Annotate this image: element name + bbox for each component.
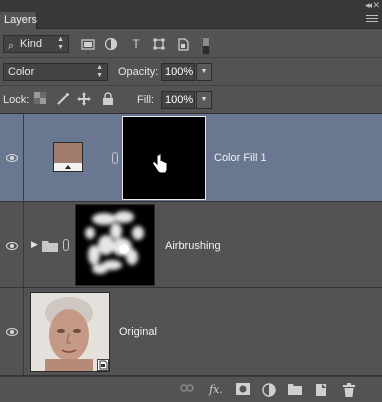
- layer-row-color-fill[interactable]: Color Fill 1: [0, 114, 382, 202]
- folder-icon: [42, 241, 58, 252]
- tab-layers[interactable]: Layers: [0, 12, 37, 29]
- layer-filter-row: ⌕ Kind ▲ ▼ T: [0, 30, 382, 58]
- eye-icon[interactable]: [6, 328, 18, 336]
- layers-list: Color Fill 1 ▶ Airbrushing Original: [0, 114, 382, 376]
- lock-image-pixels-icon[interactable]: [56, 92, 70, 106]
- add-mask-icon[interactable]: [236, 383, 250, 397]
- smart-object-filter-icon[interactable]: [176, 37, 190, 51]
- dropdown-arrows-icon: ▲ ▼: [57, 36, 64, 51]
- search-icon: ⌕: [8, 40, 15, 52]
- original-photo-thumbnail[interactable]: [30, 292, 110, 372]
- type-layer-filter-icon[interactable]: T: [129, 37, 143, 51]
- hand-cursor-icon: [152, 154, 168, 174]
- opacity-dropdown-arrow[interactable]: ▼: [196, 63, 212, 81]
- fill-dropdown-arrow[interactable]: ▼: [196, 91, 212, 109]
- new-adjustment-layer-icon[interactable]: [262, 383, 276, 397]
- layer-mask-thumbnail[interactable]: [122, 116, 206, 200]
- blend-mode-dropdown[interactable]: Color ▲ ▼: [3, 63, 108, 81]
- link-layers-icon[interactable]: [180, 383, 194, 397]
- group-mask-thumbnail[interactable]: [75, 204, 155, 286]
- filter-kind-dropdown[interactable]: ⌕ Kind ▲ ▼: [3, 35, 69, 53]
- pixel-layer-filter-icon[interactable]: [81, 37, 95, 51]
- layer-row-original[interactable]: Original: [0, 288, 382, 376]
- layers-bottom-bar: fx.: [0, 376, 382, 402]
- mask-link-icon[interactable]: [63, 239, 69, 251]
- opacity-field[interactable]: 100%: [161, 63, 195, 81]
- fill-label: Fill:: [137, 94, 155, 106]
- layer-row-airbrushing[interactable]: ▶ Airbrushing: [0, 202, 382, 288]
- lock-label: Lock:: [3, 94, 30, 106]
- lock-all-icon[interactable]: [101, 92, 115, 106]
- collapse-panels-icon[interactable]: ◂◂: [365, 0, 372, 10]
- eye-icon[interactable]: [6, 242, 18, 250]
- lock-position-icon[interactable]: [77, 92, 91, 106]
- smart-object-badge-icon: [97, 359, 109, 371]
- new-group-icon[interactable]: [288, 383, 302, 397]
- visibility-column: [0, 114, 24, 201]
- panel-menu-icon[interactable]: [366, 15, 378, 25]
- mask-link-icon[interactable]: [112, 152, 118, 164]
- adjustment-layer-filter-icon[interactable]: [104, 37, 118, 51]
- visibility-column: [0, 202, 24, 287]
- visibility-column: [0, 288, 24, 375]
- close-panel-icon[interactable]: ✕: [372, 0, 380, 10]
- expand-triangle-icon[interactable]: ▶: [31, 239, 38, 250]
- delete-layer-icon[interactable]: [342, 383, 356, 397]
- opacity-label: Opacity:: [118, 66, 159, 78]
- panel-tab-bar: Layers: [0, 12, 382, 29]
- fill-field[interactable]: 100%: [161, 91, 195, 109]
- layer-name[interactable]: Original: [119, 326, 157, 338]
- blend-mode-value: Color: [8, 66, 35, 78]
- layer-style-fx-button[interactable]: fx.: [206, 383, 226, 397]
- lock-transparent-pixels-icon[interactable]: [33, 92, 47, 106]
- layer-name[interactable]: Color Fill 1: [214, 152, 267, 164]
- lock-row: Lock: Fill: 100% ▼: [0, 86, 382, 114]
- color-fill-swatch: [54, 143, 82, 163]
- eye-icon[interactable]: [6, 154, 18, 162]
- color-fill-thumbnail[interactable]: [53, 142, 83, 172]
- panel-top-strip: ◂◂ ✕: [0, 0, 382, 12]
- blend-options-row: Color ▲ ▼ Opacity: 100% ▼: [0, 58, 382, 86]
- layer-name[interactable]: Airbrushing: [165, 240, 221, 252]
- dropdown-arrows-icon: ▲ ▼: [96, 64, 103, 79]
- new-layer-icon[interactable]: [314, 383, 328, 397]
- filter-kind-label: Kind: [20, 38, 43, 50]
- filter-toggle-switch[interactable]: [201, 36, 211, 56]
- shape-layer-filter-icon[interactable]: [152, 37, 166, 51]
